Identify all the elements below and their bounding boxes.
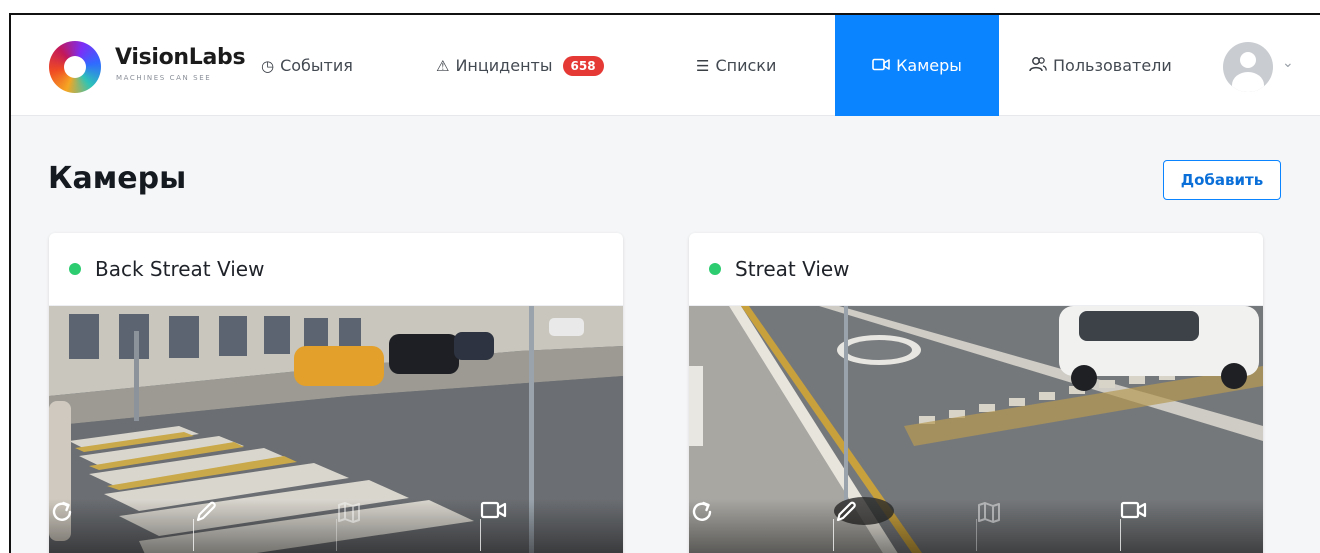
brand-name: VisionLabs [115, 45, 246, 70]
chevron-down-icon[interactable]: ⌄ [1282, 55, 1294, 71]
map-icon [976, 499, 1120, 553]
visionlabs-logo-icon[interactable] [49, 41, 101, 93]
nav-item-label: Камеры [896, 56, 962, 75]
nav-item-incidents[interactable]: ⚠ Инциденты 658 [436, 15, 646, 116]
refresh-icon[interactable] [49, 499, 193, 553]
camera-name[interactable]: Streat View [735, 257, 850, 281]
camera-card-header: Streat View [689, 233, 1263, 306]
add-camera-button[interactable]: Добавить [1163, 160, 1281, 200]
edit-pencil-icon[interactable] [832, 499, 977, 553]
nav-item-label: Пользователи [1053, 56, 1172, 75]
nav-item-label: События [280, 56, 353, 75]
page-title: Камеры [48, 161, 187, 196]
video-camera-icon[interactable] [479, 499, 624, 553]
nav-item-label: Инциденты [455, 56, 553, 75]
warning-icon: ⚠ [436, 56, 450, 75]
status-online-indicator [709, 263, 721, 275]
nav-item-cameras[interactable]: Камеры [835, 15, 999, 116]
edit-pencil-icon[interactable] [192, 499, 337, 553]
camera-name[interactable]: Back Streat View [95, 257, 264, 281]
camera-card-header: Back Streat View [49, 233, 623, 306]
list-icon: ☰ [696, 56, 710, 75]
camera-preview-image[interactable] [49, 306, 623, 553]
camera-card[interactable]: Streat View [689, 233, 1263, 553]
camera-card[interactable]: Back Streat View [49, 233, 623, 553]
user-avatar-icon[interactable] [1223, 42, 1273, 92]
camera-icon [872, 57, 890, 75]
clock-icon: ◷ [261, 56, 275, 75]
incidents-count-badge: 658 [562, 55, 604, 76]
map-icon [336, 499, 480, 553]
brand-tagline: MACHINES CAN SEE [116, 74, 212, 82]
users-icon [1029, 56, 1047, 76]
status-online-indicator [69, 263, 81, 275]
top-nav: VisionLabs MACHINES CAN SEE ◷ События ⚠ … [11, 15, 1320, 116]
app-window: VisionLabs MACHINES CAN SEE ◷ События ⚠ … [9, 13, 1320, 553]
nav-item-lists[interactable]: ☰ Списки [696, 15, 816, 116]
camera-preview-image[interactable] [689, 306, 1263, 553]
camera-card-toolbar [49, 499, 623, 553]
nav-item-label: Списки [715, 56, 777, 75]
video-camera-icon[interactable] [1119, 499, 1264, 553]
refresh-icon[interactable] [689, 499, 833, 553]
nav-item-users[interactable]: Пользователи [1029, 15, 1199, 116]
nav-item-events[interactable]: ◷ События [261, 15, 411, 116]
camera-card-toolbar [689, 499, 1263, 553]
